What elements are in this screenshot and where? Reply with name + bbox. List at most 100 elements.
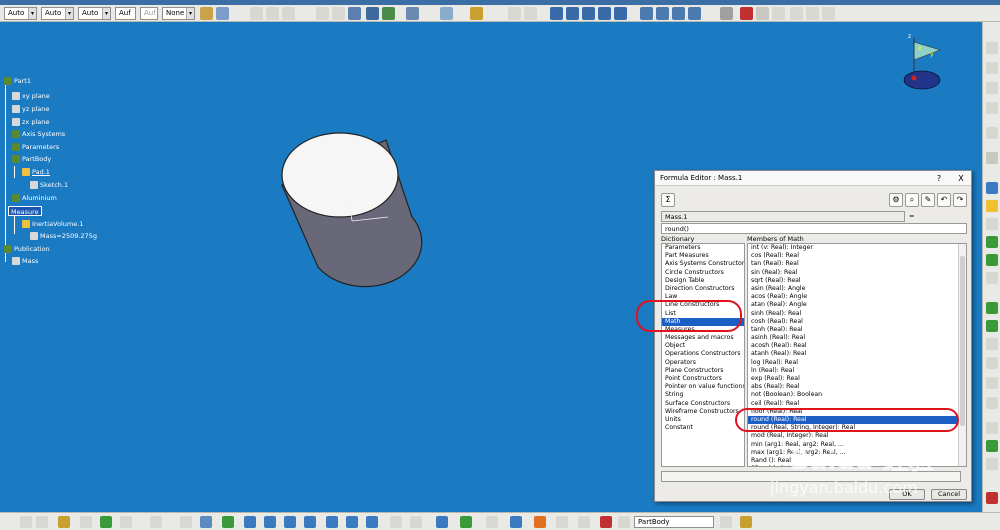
tool-icon[interactable] — [100, 516, 112, 528]
tree-inertia-volume[interactable]: InertiaVolume.1 — [22, 219, 83, 229]
tool-icon[interactable] — [460, 516, 472, 528]
sketch-icon[interactable] — [470, 7, 483, 20]
hide-show-icon[interactable] — [672, 7, 685, 20]
vb-icon[interactable] — [720, 7, 733, 20]
dictionary-item[interactable]: Design Table — [662, 277, 744, 285]
tree-zx-plane[interactable]: zx plane — [12, 117, 49, 127]
dictionary-item[interactable]: Point Constructors — [662, 375, 744, 383]
dictionary-item[interactable]: Axis Systems Constructors — [662, 260, 744, 268]
formula-input[interactable]: round() — [661, 223, 967, 234]
painter-icon[interactable] — [216, 7, 229, 20]
tool-icon[interactable] — [986, 102, 998, 114]
search-icon[interactable]: ⌕ — [905, 193, 919, 207]
dictionary-item[interactable]: Constant — [662, 424, 744, 432]
shading-icon[interactable] — [656, 7, 669, 20]
dictionary-item[interactable]: Parameters — [662, 244, 744, 252]
line-icon[interactable] — [508, 7, 521, 20]
arc-icon[interactable] — [806, 7, 819, 20]
close-button[interactable]: X — [953, 171, 969, 186]
tool-icon[interactable] — [740, 516, 752, 528]
member-item[interactable]: tan (Real): Real — [748, 260, 966, 268]
tree-mass-value[interactable]: Mass=2509.275g — [30, 231, 97, 241]
dictionary-item[interactable]: String — [662, 391, 744, 399]
thread-tool-icon[interactable] — [986, 357, 998, 369]
tree-pad[interactable]: Pad.1 — [22, 167, 50, 177]
layer-none-combo[interactable]: None ▾ — [162, 7, 195, 20]
member-item[interactable]: ln (Real): Real — [748, 367, 966, 375]
polyline-icon[interactable] — [822, 7, 835, 20]
edit-icon[interactable] — [406, 7, 419, 20]
tool-icon[interactable] — [534, 516, 546, 528]
member-item[interactable]: sin (Real): Real — [748, 269, 966, 277]
scroll-thumb[interactable] — [960, 256, 965, 426]
dictionary-item[interactable]: Surface Constructors — [662, 400, 744, 408]
pocket-tool-icon[interactable] — [986, 200, 998, 212]
help-button[interactable]: ? — [931, 171, 947, 186]
apply-material-icon[interactable] — [756, 7, 769, 20]
dictionary-item[interactable]: Operators — [662, 359, 744, 367]
tool-icon[interactable] — [390, 516, 402, 528]
shell-tool-icon[interactable] — [986, 320, 998, 332]
measure-icon[interactable] — [740, 7, 753, 20]
layer-combo[interactable]: Auf — [140, 7, 158, 20]
member-item[interactable]: cos (Real): Real — [748, 252, 966, 260]
tool-icon[interactable] — [366, 516, 378, 528]
dictionary-item[interactable]: Wireframe Constructors — [662, 408, 744, 416]
tool-icon[interactable] — [486, 516, 498, 528]
redo-icon[interactable]: ↷ — [953, 193, 967, 207]
member-item[interactable]: acos (Real): Angle — [748, 293, 966, 301]
tool-icon[interactable] — [436, 516, 448, 528]
tree-mass[interactable]: Mass — [12, 256, 38, 266]
member-item[interactable]: log (Real): Real — [748, 359, 966, 367]
members-scrollbar[interactable] — [958, 244, 966, 466]
tree-measure[interactable]: Measure — [8, 206, 42, 216]
tool-icon[interactable] — [326, 516, 338, 528]
axis-icon[interactable] — [348, 7, 361, 20]
tool-icon[interactable] — [986, 42, 998, 54]
tool-icon[interactable] — [58, 516, 70, 528]
pencil-icon[interactable] — [282, 7, 295, 20]
debug-icon[interactable]: ⚙ — [889, 193, 903, 207]
members-list[interactable]: int (v: Real): Integer cos (Real): Real ta… — [747, 243, 967, 467]
dictionary-item[interactable]: Circle Constructors — [662, 269, 744, 277]
rib-tool-icon[interactable] — [986, 254, 998, 266]
zoom-in-icon[interactable] — [582, 7, 595, 20]
tree-axis-systems[interactable]: Axis Systems — [12, 129, 65, 139]
member-item[interactable]: acosh (Real): Real — [748, 342, 966, 350]
tool-icon[interactable] — [578, 516, 590, 528]
rotate-icon[interactable] — [550, 7, 563, 20]
dictionary-item[interactable]: Units — [662, 416, 744, 424]
member-item[interactable]: tanh (Real): Real — [748, 326, 966, 334]
frame-icon[interactable] — [440, 7, 453, 20]
copy-icon[interactable] — [316, 7, 329, 20]
tool-icon[interactable] — [264, 516, 276, 528]
member-item[interactable]: exp (Real): Real — [748, 375, 966, 383]
tree-aluminium[interactable]: Aluminium — [12, 193, 57, 203]
normal-view-icon[interactable] — [614, 7, 627, 20]
member-item[interactable]: abs (Real): Real — [748, 383, 966, 391]
dictionary-item[interactable]: Messages and macros — [662, 334, 744, 342]
dictionary-item[interactable]: Pointer on value functions — [662, 383, 744, 391]
dictionary-item[interactable]: Operations Constructors — [662, 350, 744, 358]
tool-icon[interactable] — [120, 516, 132, 528]
tool-icon[interactable] — [80, 516, 92, 528]
diagonal-line-icon[interactable] — [790, 7, 803, 20]
tool-icon[interactable] — [410, 516, 422, 528]
measure-tool-icon[interactable] — [986, 492, 998, 504]
body-combo[interactable]: PartBody — [634, 516, 714, 528]
tool-icon[interactable] — [180, 516, 192, 528]
tool-icon[interactable] — [200, 516, 212, 528]
member-item[interactable]: asin (Real): Angle — [748, 285, 966, 293]
cylinder-model[interactable] — [270, 125, 430, 295]
tool-icon[interactable] — [618, 516, 630, 528]
fillet-tool-icon[interactable] — [986, 272, 998, 284]
snap-icon[interactable] — [366, 7, 379, 20]
tree-part[interactable]: Part1 — [4, 76, 31, 86]
paste-icon[interactable] — [332, 7, 345, 20]
tool-icon[interactable] — [986, 127, 998, 139]
shaft-tool-icon[interactable] — [986, 218, 998, 230]
member-item[interactable]: sinh (Real): Real — [748, 310, 966, 318]
member-item[interactable]: int (v: Real): Integer — [748, 244, 966, 252]
dictionary-item[interactable]: Part Measures — [662, 252, 744, 260]
undo-icon[interactable]: ↶ — [937, 193, 951, 207]
